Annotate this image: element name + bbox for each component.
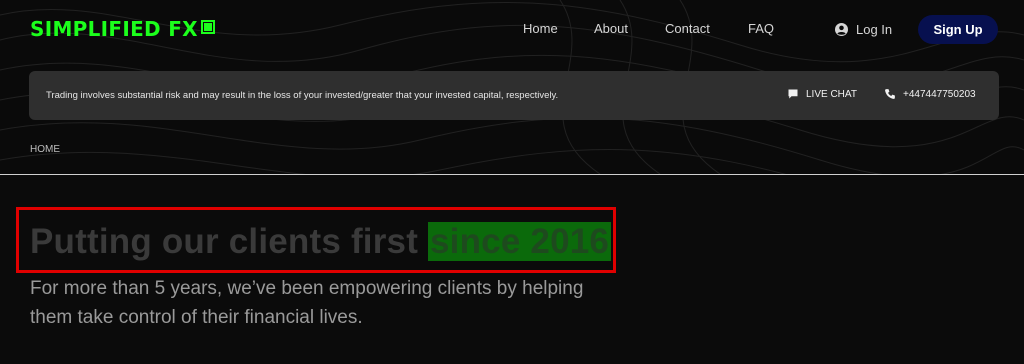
risk-warning-text: Trading involves substantial risk and ma… (46, 90, 559, 101)
login-link[interactable]: Log In (835, 22, 892, 37)
nav-home-link[interactable]: Home (523, 21, 558, 36)
nav-about-link[interactable]: About (594, 21, 628, 36)
annotation-highlight-box (16, 207, 616, 273)
signup-button[interactable]: Sign Up (918, 15, 998, 44)
chat-bubble-icon (788, 89, 798, 99)
phone-number: +447447750203 (903, 88, 976, 100)
nav-faq-link[interactable]: FAQ (748, 21, 774, 36)
login-label: Log In (856, 22, 893, 37)
phone-link[interactable]: +447447750203 (884, 88, 976, 100)
breadcrumb-home[interactable]: HOME (30, 144, 60, 155)
risk-warning-bar: Trading involves substantial risk and ma… (29, 71, 999, 120)
live-chat-label: LIVE CHAT (806, 88, 857, 100)
header-area: SIMPLIFIED FX Home About Contact FAQ Log… (0, 0, 1024, 174)
page: SIMPLIFIED FX Home About Contact FAQ Log… (0, 0, 1024, 364)
live-chat-link[interactable]: LIVE CHAT (787, 88, 857, 100)
phone-icon (885, 89, 895, 99)
signup-label: Sign Up (933, 22, 983, 37)
nav-contact-link[interactable]: Contact (665, 21, 710, 36)
hero-subtitle: For more than 5 years, we’ve been empowe… (30, 278, 584, 328)
section-divider (0, 174, 1024, 175)
user-circle-icon (835, 23, 848, 36)
